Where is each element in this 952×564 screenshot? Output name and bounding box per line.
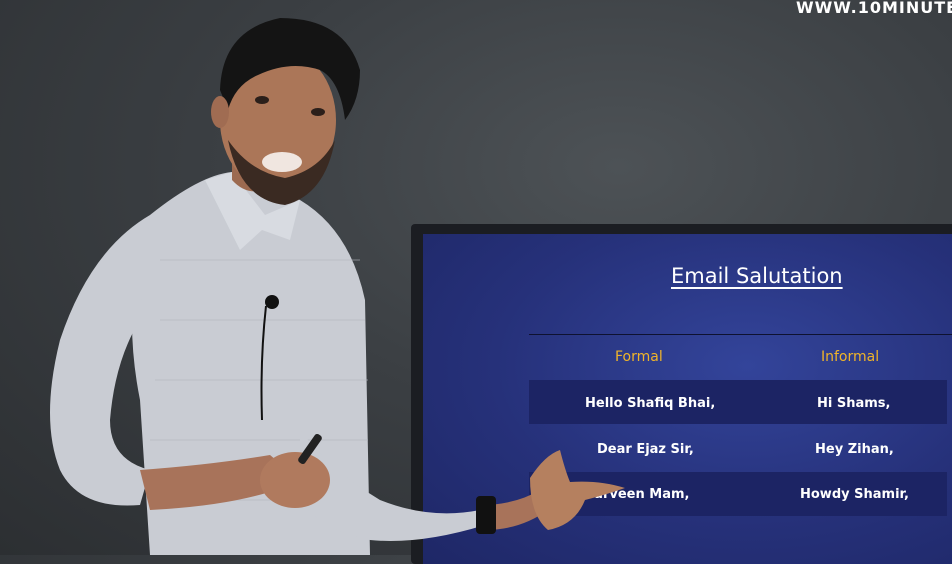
watermark-text: WWW.10MINUTES	[796, 0, 952, 17]
presenter-figure	[50, 18, 625, 555]
